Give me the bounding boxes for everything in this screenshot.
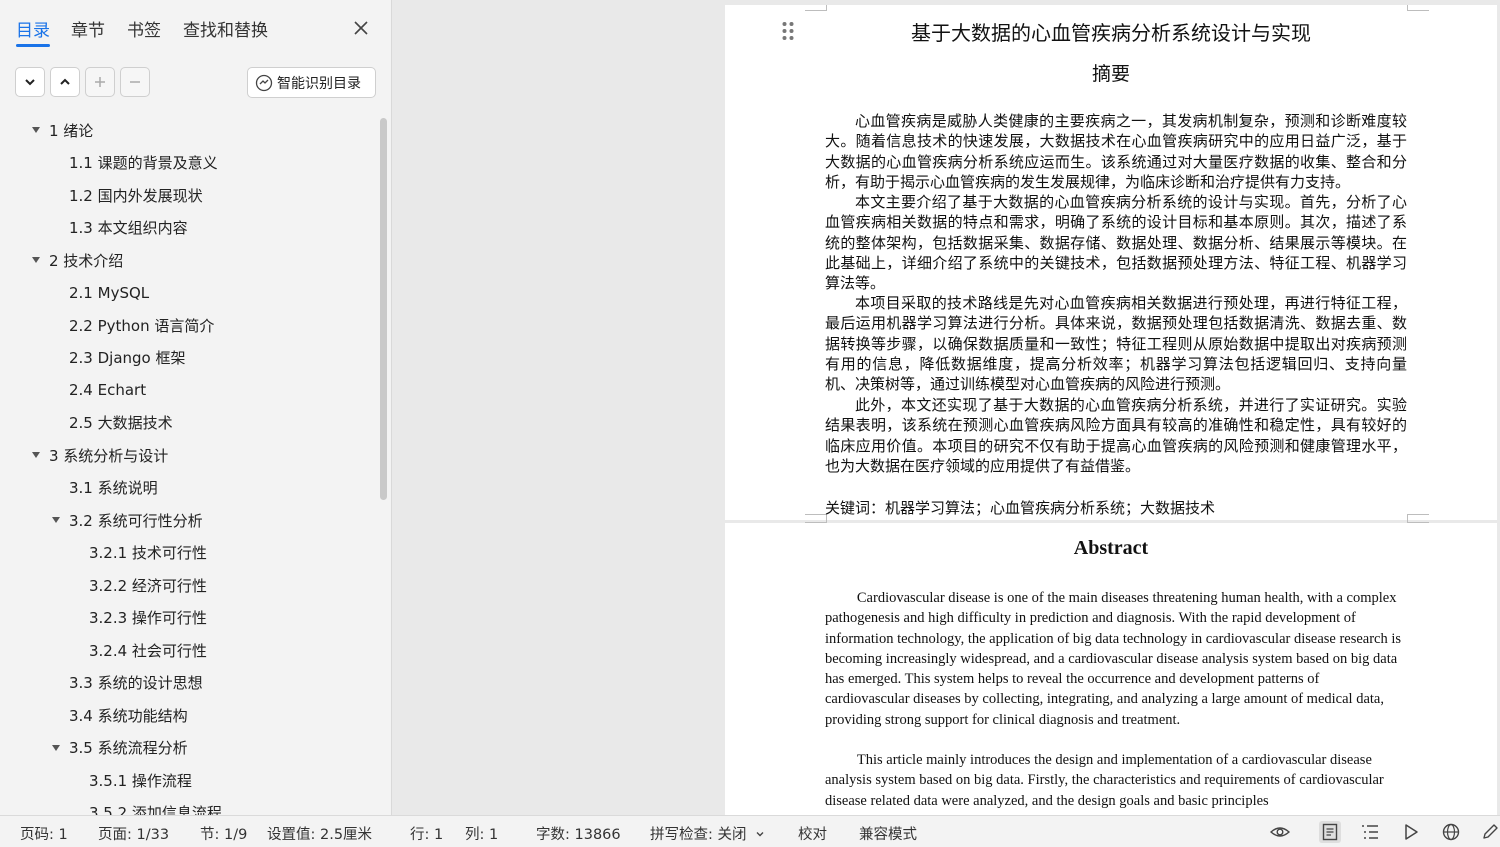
- toc-expand-toggle[interactable]: [51, 743, 61, 753]
- caret-down-icon: [52, 744, 60, 751]
- tab-toc[interactable]: 目录: [16, 16, 50, 47]
- smart-toc-label: 智能识别目录: [277, 75, 361, 92]
- smart-toc-icon: [255, 74, 273, 91]
- abstract-paragraph: 本项目采取的技术路线是先对心血管疾病相关数据进行预处理，再进行特征工程，最后运用…: [825, 294, 1407, 394]
- status-section[interactable]: 节: 1/9: [200, 823, 247, 844]
- expand-all-button[interactable]: [50, 67, 80, 97]
- toc-expand-toggle[interactable]: [31, 450, 41, 460]
- close-pane-button[interactable]: [351, 18, 371, 38]
- presentation-button[interactable]: [1400, 821, 1422, 843]
- crop-mark: [805, 5, 827, 11]
- caret-down-icon: [32, 257, 40, 263]
- chevron-up-icon: [60, 78, 70, 85]
- toc-item[interactable]: 2.1 MySQL: [69, 279, 149, 307]
- toc-item[interactable]: 3.5 系统流程分析: [69, 734, 188, 762]
- english-abstract-paragraph: Cardiovascular disease is one of the mai…: [825, 590, 1402, 728]
- status-word-count[interactable]: 字数: 13866: [536, 823, 621, 844]
- nav-tab-bar: 目录 章节 书签 查找和替换: [0, 0, 392, 52]
- pen-icon: [1483, 824, 1498, 839]
- abstract-paragraph: 心血管疾病是威胁人类健康的主要疾病之一，其发病机制复杂，预测和诊断难度较大。随着…: [825, 112, 1407, 191]
- toc-item[interactable]: 2 技术介绍: [49, 246, 123, 274]
- toc-item[interactable]: 2.5 大数据技术: [69, 409, 173, 437]
- promote-level-button[interactable]: [85, 67, 115, 97]
- web-view-icon: [1442, 823, 1460, 841]
- toc-expand-toggle[interactable]: [31, 125, 41, 135]
- collapse-all-button[interactable]: [15, 67, 45, 97]
- status-row: 行: 1: [410, 827, 444, 843]
- navigation-pane: 目录 章节 书签 查找和替换 智能识别目录 1 绪论 1.1 课题的背景及意义 1.…: [0, 0, 392, 815]
- toc-expand-toggle[interactable]: [51, 515, 61, 525]
- toc-expand-toggle[interactable]: [31, 255, 41, 265]
- caret-down-icon: [52, 517, 60, 523]
- toc-item[interactable]: 3.5.2 添加信息流程: [89, 799, 222, 815]
- smart-toc-button[interactable]: 智能识别目录: [247, 67, 376, 98]
- web-view-button[interactable]: [1440, 821, 1462, 843]
- caret-down-icon: [32, 452, 40, 458]
- toc-scrollbar[interactable]: [380, 118, 387, 500]
- toc-item[interactable]: 1.3 本文组织内容: [69, 214, 188, 242]
- tab-find-replace[interactable]: 查找和替换: [183, 16, 268, 41]
- minus-icon: [130, 81, 140, 83]
- abstract-paragraph: 本文主要介绍了基于大数据的心血管疾病分析系统的设计与实现。首先，分析了心血管疾病…: [825, 193, 1407, 293]
- spell-check-label: 拼写检查: 关闭: [650, 827, 747, 843]
- status-page-number[interactable]: 页码: 1: [20, 823, 68, 844]
- toc-item[interactable]: 2.3 Django 框架: [69, 344, 186, 372]
- demote-level-button[interactable]: [120, 67, 150, 97]
- chevron-down-icon: [756, 832, 764, 837]
- toc-item[interactable]: 3 系统分析与设计: [49, 441, 168, 469]
- toc-item[interactable]: 3.2.2 经济可行性: [89, 571, 207, 599]
- abstract-heading: 摘要: [1091, 63, 1130, 85]
- toc-item[interactable]: 1.1 课题的背景及意义: [69, 149, 218, 177]
- tab-chapters[interactable]: 章节: [71, 16, 105, 41]
- status-column: 列: 1: [465, 827, 499, 843]
- toc-item[interactable]: 1 绪论: [49, 116, 93, 144]
- toc-item[interactable]: 1.2 国内外发展现状: [69, 181, 203, 209]
- toc-item[interactable]: 3.2.4 社会可行性: [89, 636, 207, 664]
- toc-item[interactable]: 3.2 系统可行性分析: [69, 506, 203, 534]
- abstract-paragraph: 此外，本文还实现了基于大数据的心血管疾病分析系统，并进行了实证研究。实验结果表明…: [825, 396, 1407, 475]
- status-bar: 页码: 1 页面: 1/33 节: 1/9 设置值: 2.5厘米 行: 1 列:…: [0, 815, 1500, 847]
- keywords-line: 关键词：机器学习算法；心血管疾病分析系统；大数据技术: [825, 499, 1216, 517]
- caret-down-icon: [32, 127, 40, 133]
- outline-view-button[interactable]: [1359, 821, 1381, 843]
- document-page-1: 基于大数据的心血管疾病分析系统设计与实现 摘要 心血管疾病是威胁人类健康的主要疾…: [725, 5, 1497, 520]
- eye-protection-button[interactable]: [1269, 821, 1291, 843]
- outline-view-icon: [1362, 825, 1378, 839]
- crop-mark: [1407, 517, 1429, 523]
- play-icon: [1405, 824, 1418, 840]
- toc-item[interactable]: 3.3 系统的设计思想: [69, 669, 203, 697]
- status-setting-value[interactable]: 设置值: 2.5厘米: [267, 823, 372, 844]
- chevron-down-icon: [25, 79, 35, 86]
- proofread-button[interactable]: 校对: [798, 823, 827, 844]
- toc-item[interactable]: 3.1 系统说明: [69, 474, 158, 502]
- toc-item[interactable]: 3.4 系统功能结构: [69, 701, 188, 729]
- document-title: 基于大数据的心血管疾病分析系统设计与实现: [911, 21, 1311, 45]
- crop-mark: [805, 517, 827, 523]
- english-abstract-paragraph: This article mainly introduces the desig…: [825, 752, 1384, 809]
- page-view-icon: [1322, 823, 1338, 841]
- toc-item[interactable]: 2.2 Python 语言简介: [69, 311, 214, 339]
- plus-icon: [95, 77, 105, 87]
- annotate-button[interactable]: [1479, 821, 1500, 843]
- document-page-2: Abstract Cardiovascular disease is one o…: [725, 517, 1497, 815]
- status-page-count[interactable]: 页面: 1/33: [98, 823, 169, 844]
- crop-mark: [1407, 5, 1429, 11]
- close-icon: [354, 21, 368, 35]
- english-abstract-heading: Abstract: [1073, 537, 1149, 559]
- toc-item[interactable]: 3.5.1 操作流程: [89, 766, 192, 794]
- toc-toolbar: 智能识别目录: [0, 64, 392, 100]
- document-canvas[interactable]: 基于大数据的心血管疾病分析系统设计与实现 摘要 心血管疾病是威胁人类健康的主要疾…: [393, 0, 1500, 815]
- toc-item[interactable]: 2.4 Echart: [69, 376, 146, 404]
- toc-item[interactable]: 3.2.1 技术可行性: [89, 539, 207, 567]
- tab-bookmarks[interactable]: 书签: [127, 16, 161, 41]
- page-view-button[interactable]: [1319, 821, 1341, 843]
- compat-mode-label: 兼容模式: [859, 827, 917, 843]
- toc-tree: 1 绪论 1.1 课题的背景及意义 1.2 国内外发展现状 1.3 本文组织内容 2 技…: [0, 116, 376, 815]
- eye-icon: [1270, 827, 1290, 837]
- spell-check-toggle[interactable]: 拼写检查: 关闭: [650, 823, 765, 844]
- toc-item[interactable]: 3.2.3 操作可行性: [89, 604, 207, 632]
